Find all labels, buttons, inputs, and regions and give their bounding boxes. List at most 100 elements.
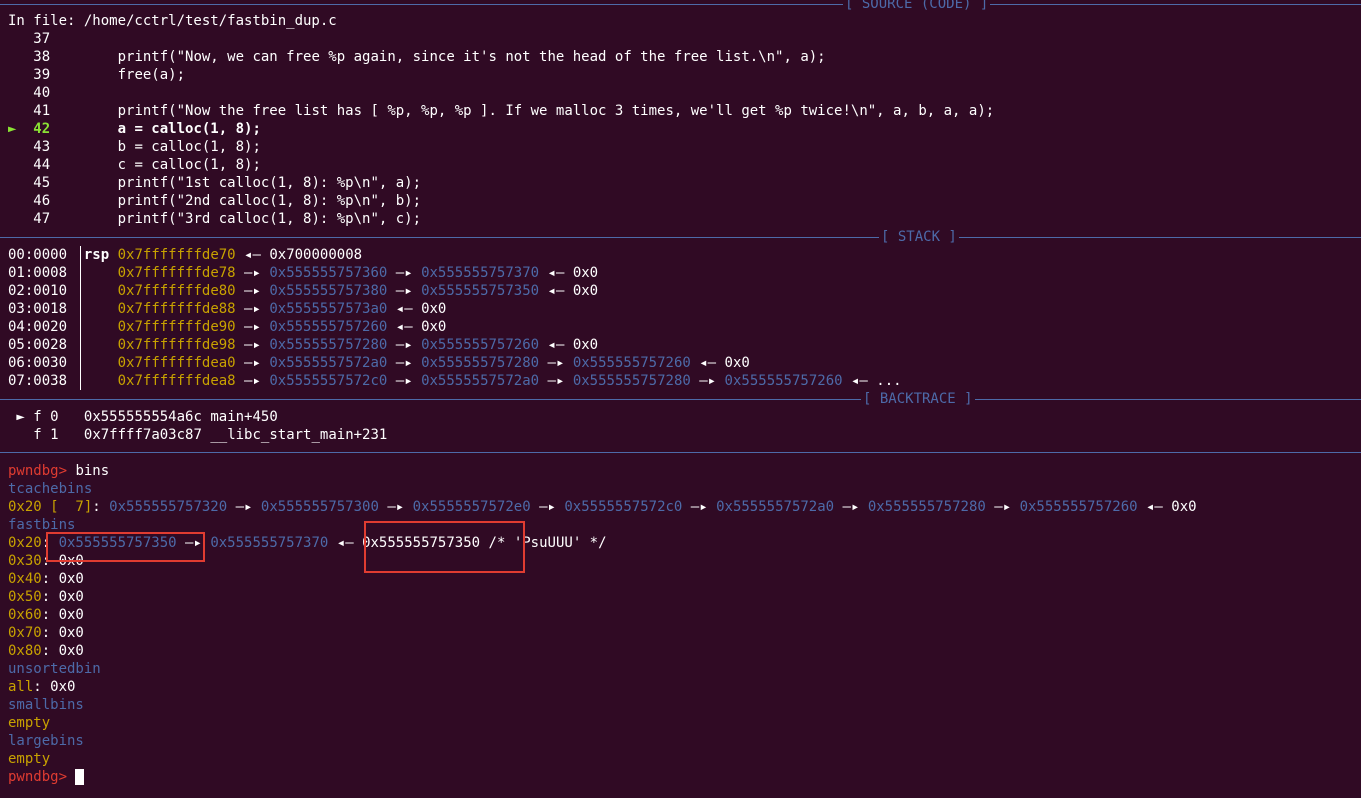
source-separator (0, 4, 1361, 5)
arrow-right: —▸ (235, 301, 270, 317)
source-line: 44 c = calloc(1, 8); (8, 156, 261, 174)
line-number: 41 (16, 103, 51, 119)
arrow-right: —▸ (539, 373, 573, 389)
arrow-right: —▸ (235, 373, 270, 389)
prompt: pwndbg> (8, 463, 68, 479)
line-number: 45 (16, 175, 51, 191)
largebins-value: empty (8, 751, 51, 767)
stack-offset: 04:0020 (8, 319, 68, 335)
stack-address: 0x7fffffffdea0 (117, 355, 236, 371)
source-line: 45 printf("1st calloc(1, 8): %p\n", a); (8, 174, 421, 192)
unsortedbin-all: all: 0x0 (8, 679, 76, 695)
stack-register (84, 337, 109, 353)
arrow-right: —▸ (539, 355, 573, 371)
arrow-right: —▸ (682, 499, 717, 515)
arrow-right: —▸ (387, 373, 422, 389)
stack-pointer-value: 0x555555757360 (269, 265, 388, 281)
unsorted-key: all (8, 679, 34, 695)
backtrace-frame: ► f 0 0x555555554a6c main+450 (8, 408, 277, 426)
line-code: printf("2nd calloc(1, 8): %p\n", b); (117, 193, 422, 209)
stack-pointer-value: 0x5555557573a0 (269, 301, 388, 317)
tcache-end: 0x0 (1171, 499, 1197, 515)
arrow-right: —▸ (235, 283, 270, 299)
stack-pointer-value: 0x555555757280 (572, 373, 691, 389)
fastbin-addr-2: 0x555555757370 (210, 535, 329, 551)
stack-register (84, 319, 109, 335)
tcache-chunk: 0x555555757260 (1019, 499, 1138, 515)
stack-entry: 06:0030 0x7fffffffdea0 —▸ 0x5555557572a0… (8, 354, 750, 372)
stack-pointer-value: 0x555555757260 (269, 319, 388, 335)
fastbin-size: 0x50 (8, 589, 42, 605)
stack-pointer-value: ... (876, 373, 902, 389)
backtrace-section-label: [ BACKTRACE ] (861, 390, 975, 408)
arrow-right: —▸ (690, 373, 725, 389)
input-line[interactable]: pwndbg> (8, 768, 85, 786)
fastbin-entry: 0x50: 0x0 (8, 589, 84, 605)
stack-pointer-value: 0x0 (421, 319, 447, 335)
arrow-left: ◂— (1137, 499, 1172, 515)
fastbin-key: 0x20 (8, 535, 42, 551)
stack-pointer-value: 0x555555757380 (269, 283, 388, 299)
source-line: 46 printf("2nd calloc(1, 8): %p\n", b); (8, 192, 421, 210)
arrow-left: ◂— (539, 283, 573, 299)
source-line: 38 printf("Now, we can free %p again, si… (8, 48, 826, 66)
line-number: 39 (16, 67, 51, 83)
source-line: 43 b = calloc(1, 8); (8, 138, 261, 156)
smallbins-label: smallbins (8, 697, 84, 713)
stack-offset: 00:0000 (8, 247, 68, 263)
end-separator (0, 452, 1361, 453)
stack-entry: 03:0018 0x7fffffffde88 —▸ 0x5555557573a0… (8, 300, 446, 318)
tcache-key: 0x20 [ 7] (8, 499, 93, 515)
tcache-chunk: 0x5555557572a0 (716, 499, 835, 515)
fastbin-value: 0x0 (58, 607, 84, 623)
stack-offset: 07:0038 (8, 373, 68, 389)
terminal-cursor[interactable] (75, 769, 85, 785)
backtrace-frame: f 1 0x7ffff7a03c87 __libc_start_main+231 (8, 426, 387, 444)
arrow-left: ◂— (539, 265, 573, 281)
file-path: In file: /home/cctrl/test/fastbin_dup.c (8, 13, 337, 29)
line-number: 37 (16, 31, 51, 47)
fastbin-value: 0x0 (58, 625, 84, 641)
frame-id: f 0 (33, 409, 59, 425)
tcache-chunk: 0x555555757320 (109, 499, 228, 515)
stack-offset: 05:0028 (8, 337, 68, 353)
line-code: printf("1st calloc(1, 8): %p\n", a); (117, 175, 422, 191)
stack-pointer-value: 0x5555557572c0 (269, 373, 388, 389)
fastbin-entry: 0x40: 0x0 (8, 571, 84, 587)
source-line: 37 (8, 30, 118, 48)
stack-pointer-value: 0x555555757260 (421, 337, 540, 353)
arrow-right: —▸ (227, 499, 261, 515)
arrow-right: —▸ (387, 337, 422, 353)
unsortedbin-label: unsortedbin (8, 661, 101, 677)
stack-address: 0x7fffffffdea8 (117, 373, 236, 389)
source-line: ► 42 a = calloc(1, 8); (8, 120, 261, 138)
source-line: 41 printf("Now the free list has [ %p, %… (8, 102, 994, 120)
frame-symbol: __libc_start_main+231 (210, 427, 388, 443)
prompt-final: pwndbg> (8, 769, 68, 785)
line-number: 40 (16, 85, 51, 101)
line-number: 43 (16, 139, 51, 155)
fastbin-value: 0x0 (58, 589, 84, 605)
fastbin-value: 0x0 (58, 571, 84, 587)
arrow-right: —▸ (235, 337, 270, 353)
frame-id: f 1 (33, 427, 59, 443)
stack-pointer-value: 0x555555757370 (421, 265, 540, 281)
stack-entry: 04:0020 0x7fffffffde90 —▸ 0x555555757260… (8, 318, 446, 336)
stack-pointer-value: 0x5555557572a0 (269, 355, 388, 371)
frame-marker: ► (8, 409, 25, 425)
stack-separator (0, 237, 1361, 238)
arrow-right: —▸ (834, 499, 868, 515)
stack-entry: 01:0008 0x7fffffffde78 —▸ 0x555555757360… (8, 264, 598, 282)
stack-pointer-value: 0x0 (572, 283, 599, 299)
unsorted-val: 0x0 (50, 679, 76, 695)
stack-offset: 06:0030 (8, 355, 68, 371)
line-code: printf("Now the free list has [ %p, %p, … (117, 103, 995, 119)
arrow-right: —▸ (235, 355, 270, 371)
stack-pointer-value: 0x555555757260 (572, 355, 691, 371)
line-code: c = calloc(1, 8); (117, 157, 261, 173)
tcache-chunk: 0x555555757280 (867, 499, 986, 515)
fastbin-value: 0x0 (58, 643, 84, 659)
line-code: printf("Now, we can free %p again, since… (117, 49, 826, 65)
stack-pointer-value: 0x700000008 (269, 247, 363, 263)
command-text: bins (75, 463, 110, 479)
